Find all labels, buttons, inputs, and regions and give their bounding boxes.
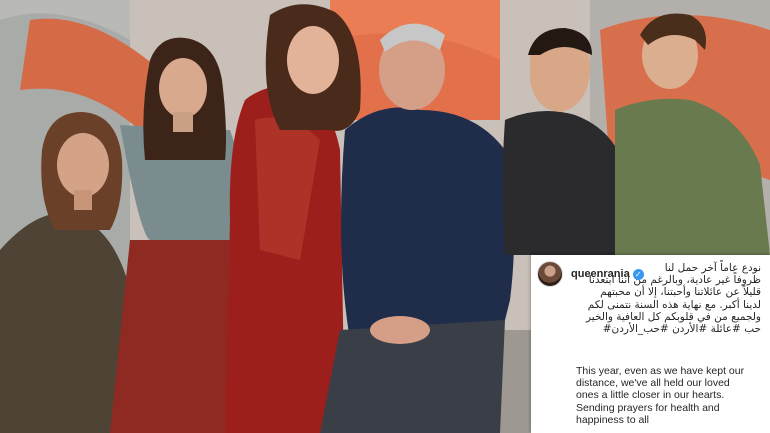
caption-arabic-line: ظروفاً غير عادية، وبالرغم من أننا ابتعدن… [588,274,761,287]
instagram-post-card: queenrania ✓ نودع عاماً آخر حمل لنا ظروف… [531,255,770,433]
caption-english-line: Sending prayers for health and [576,401,720,414]
caption-english-line: happiness to all [576,413,649,426]
caption-english: This year, even as we have kept our dist… [576,365,766,426]
caption-arabic-line: ولجميع من في قلوبكم كل العافية والخير [586,310,761,323]
caption-english-line: ones a little closer in our hearts. [576,389,725,402]
caption-english-line: distance, we've all held our loved [576,377,730,390]
caption-arabic-line: قليلاً عن عائلاتنا وأحبتنا، إلا أن محبته… [600,286,761,299]
caption-arabic-line: لدينا أكبر. مع نهاية هذه السنة نتمنى لكم [587,298,761,311]
caption-arabic-line: نودع عاماً آخر حمل لنا [664,262,761,274]
caption-arabic-line: حب #عائلة #الأردن #حب_الأردن# [602,323,761,336]
caption-english-line: This year, even as we have kept our [576,365,745,377]
caption-arabic: نودع عاماً آخر حمل لنا ظروفاً غير عادية،… [537,262,761,335]
